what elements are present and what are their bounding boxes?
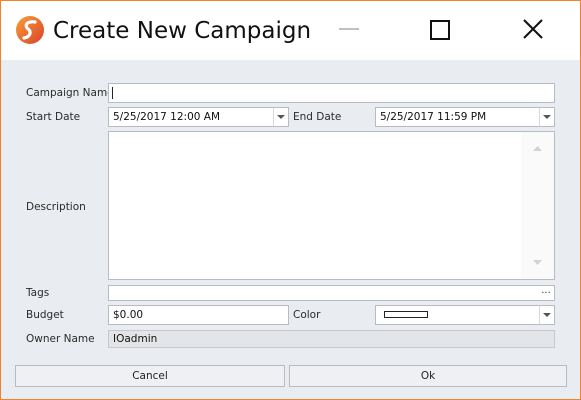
end-date-label: End Date — [293, 111, 342, 123]
tags-browse-button[interactable]: ... — [538, 286, 554, 300]
end-date-dropdown-button[interactable] — [539, 108, 554, 126]
window-title: Create New Campaign — [53, 18, 312, 44]
chevron-down-icon — [543, 313, 551, 317]
start-date-dropdown-button[interactable] — [273, 108, 288, 126]
owner-name-label: Owner Name — [26, 333, 95, 345]
maximize-icon — [430, 20, 450, 40]
budget-input[interactable]: $0.00 — [108, 305, 289, 325]
minimize-button[interactable] — [325, 11, 371, 47]
chevron-down-icon — [277, 115, 285, 119]
scroll-up-icon[interactable] — [533, 146, 542, 152]
title-bar: Create New Campaign — [1, 1, 580, 60]
minimize-icon — [339, 28, 359, 30]
form-area: Campaign Name Start Date 5/25/2017 12:00… — [1, 60, 580, 399]
scroll-down-icon[interactable] — [533, 260, 542, 266]
close-button[interactable] — [509, 11, 555, 47]
create-campaign-window: Create New Campaign Campaign Name Start … — [0, 0, 581, 400]
color-picker[interactable] — [375, 305, 555, 325]
end-date-value: 5/25/2017 11:59 PM — [380, 111, 487, 123]
owner-name-field: IOadmin — [108, 330, 555, 348]
start-date-label: Start Date — [26, 111, 81, 123]
color-label: Color — [293, 309, 321, 321]
tags-label: Tags — [26, 287, 50, 299]
close-icon — [523, 19, 543, 39]
description-scrollbar[interactable] — [521, 132, 554, 279]
color-swatch — [384, 311, 428, 318]
cancel-button[interactable]: Cancel — [15, 365, 285, 387]
budget-label: Budget — [26, 309, 64, 321]
description-label: Description — [26, 201, 86, 213]
maximize-button[interactable] — [417, 11, 463, 47]
tags-input[interactable]: ... — [108, 285, 555, 301]
campaign-name-input[interactable] — [108, 83, 555, 103]
app-logo-icon — [16, 16, 44, 44]
start-date-picker[interactable]: 5/25/2017 12:00 AM — [108, 107, 289, 127]
owner-name-value: IOadmin — [113, 333, 158, 345]
ok-button[interactable]: Ok — [289, 365, 567, 387]
text-caret — [112, 87, 113, 99]
start-date-value: 5/25/2017 12:00 AM — [113, 111, 221, 123]
end-date-picker[interactable]: 5/25/2017 11:59 PM — [375, 107, 555, 127]
color-dropdown-button[interactable] — [539, 306, 554, 324]
campaign-name-label: Campaign Name — [26, 87, 114, 99]
chevron-down-icon — [543, 115, 551, 119]
budget-value: $0.00 — [113, 309, 144, 321]
description-textarea[interactable] — [108, 131, 555, 280]
